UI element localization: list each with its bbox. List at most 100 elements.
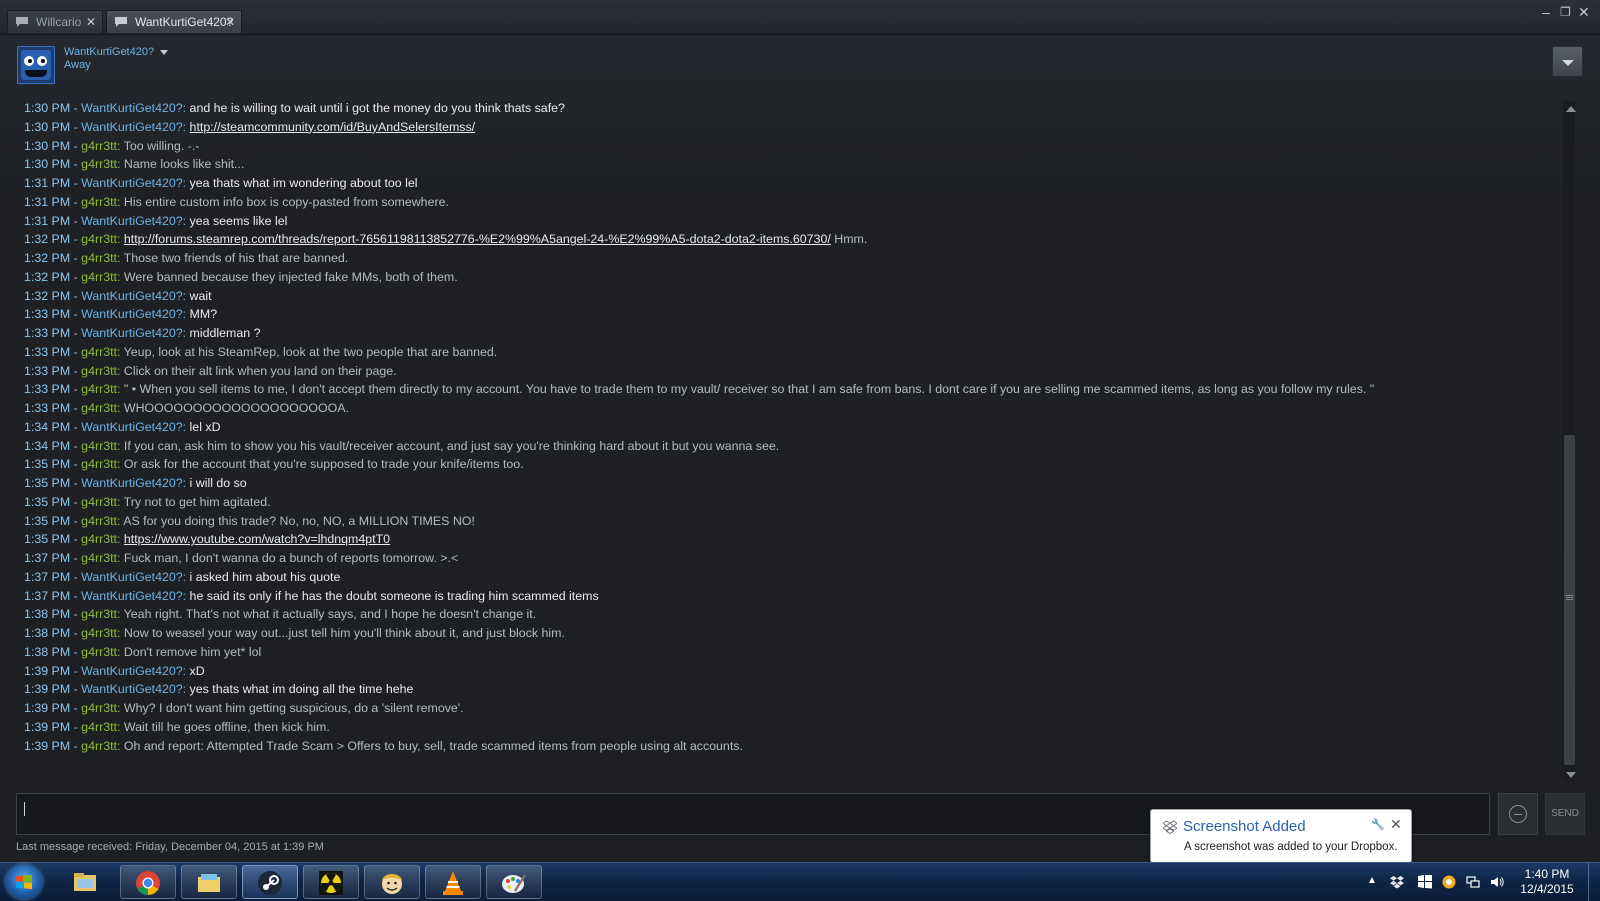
friend-name[interactable]: WantKurtiGet420? [64, 46, 169, 58]
message-sender[interactable]: WantKurtiGet420? [81, 214, 182, 228]
message-text: yea seems like lel [189, 213, 288, 228]
chat-message: 1:37 PM - WantKurtiGet420?: he said its … [24, 588, 599, 603]
message-sender[interactable]: g4rr3tt [81, 364, 117, 378]
minimize-button[interactable]: – [1542, 4, 1550, 20]
taskbar-vault-boy[interactable] [364, 865, 420, 899]
emoticon-button[interactable] [1498, 793, 1538, 835]
close-icon[interactable]: ✕ [86, 11, 96, 34]
scroll-down-arrow-icon[interactable] [1566, 772, 1576, 778]
message-sender[interactable]: g4rr3tt [81, 739, 117, 753]
message-timestamp: 1:38 PM [24, 607, 71, 622]
message-sender[interactable]: g4rr3tt [81, 345, 117, 359]
network-icon[interactable] [1466, 875, 1480, 889]
send-button[interactable]: SEND [1545, 793, 1585, 835]
dropbox-notification[interactable]: Screenshot Added A screenshot was added … [1150, 809, 1412, 872]
chat-message: 1:32 PM - g4rr3tt: Were banned because t… [24, 269, 458, 284]
message-sender[interactable]: g4rr3tt [81, 495, 117, 509]
avatar[interactable] [17, 46, 55, 84]
message-sender[interactable]: WantKurtiGet420? [81, 589, 182, 603]
message-sender[interactable]: WantKurtiGet420? [81, 326, 182, 340]
message-sender[interactable]: g4rr3tt [81, 195, 117, 209]
truncated-line [24, 90, 27, 92]
notification-title: Screenshot Added [1183, 818, 1306, 835]
message-timestamp: 1:33 PM [24, 401, 71, 415]
taskbar-vlc[interactable] [425, 865, 481, 899]
message-timestamp: 1:32 PM [24, 251, 71, 265]
scrollbar-thumb[interactable] [1564, 435, 1575, 765]
message-sender[interactable]: g4rr3tt [81, 551, 117, 565]
tab-willcario[interactable]: Willcario ✕ [7, 10, 103, 33]
taskbar-chrome[interactable] [120, 865, 176, 899]
message-text: Or ask for the account that you're suppo… [123, 457, 524, 472]
message-sender[interactable]: g4rr3tt [81, 720, 117, 734]
message-sender[interactable]: g4rr3tt [81, 139, 117, 153]
message-sender[interactable]: WantKurtiGet420? [81, 101, 182, 115]
message-timestamp: 1:39 PM [24, 719, 71, 734]
message-sender[interactable]: g4rr3tt [81, 439, 117, 453]
taskbar-explorer[interactable] [58, 865, 114, 899]
wrench-icon[interactable]: 🔧 [1371, 818, 1385, 831]
message-sender[interactable]: g4rr3tt [81, 157, 117, 171]
message-sender[interactable]: WantKurtiGet420? [81, 120, 182, 134]
message-text: Why? I don't want him getting suspicious… [123, 701, 464, 715]
close-icon[interactable]: ✕ [1390, 816, 1402, 833]
update-icon[interactable] [1442, 875, 1456, 889]
chat-message: 1:39 PM - g4rr3tt: Why? I don't want him… [24, 701, 464, 715]
message-sender[interactable]: g4rr3tt [81, 232, 117, 246]
tab-wantkurtiget420[interactable]: WantKurtiGet420? ✕ [106, 10, 242, 33]
message-sender[interactable]: WantKurtiGet420? [81, 307, 182, 321]
message-sender[interactable]: g4rr3tt [81, 401, 117, 415]
message-timestamp: 1:39 PM [24, 682, 71, 697]
message-sender[interactable]: WantKurtiGet420? [81, 664, 182, 678]
chat-message: 1:32 PM - g4rr3tt: http://forums.steamre… [24, 232, 868, 247]
message-text: Oh and report: Attempted Trade Scam > Of… [123, 738, 743, 753]
message-sender[interactable]: g4rr3tt [81, 270, 117, 284]
options-dropdown-button[interactable] [1552, 46, 1583, 77]
action-center-icon[interactable] [1418, 875, 1432, 889]
message-sender[interactable]: WantKurtiGet420? [81, 420, 182, 434]
message-sender[interactable]: WantKurtiGet420? [81, 476, 182, 490]
message-sender[interactable]: g4rr3tt [81, 701, 117, 715]
message-timestamp: 1:31 PM [24, 176, 71, 190]
chat-message: 1:39 PM - g4rr3tt: Oh and report: Attemp… [24, 738, 743, 753]
message-sender[interactable]: g4rr3tt [81, 382, 117, 396]
fallout-icon [319, 871, 343, 895]
message-sender[interactable]: g4rr3tt [81, 626, 117, 640]
taskbar-fallout[interactable] [303, 865, 359, 899]
show-desktop-button[interactable] [1588, 863, 1600, 901]
message-sender[interactable]: g4rr3tt [81, 457, 117, 471]
message-sender[interactable]: WantKurtiGet420? [81, 289, 182, 303]
chevron-down-icon[interactable] [160, 49, 169, 55]
message-sender[interactable]: g4rr3tt [81, 532, 117, 546]
dropbox-icon [1163, 820, 1177, 834]
windows-logo-icon [16, 875, 32, 889]
message-sender[interactable]: g4rr3tt [81, 251, 117, 265]
dropbox-tray-icon[interactable] [1390, 875, 1404, 889]
message-link[interactable]: http://steamcommunity.com/id/BuyAndSeler… [190, 120, 476, 134]
maximize-button[interactable]: ❐ [1560, 4, 1571, 20]
message-link[interactable]: http://forums.steamrep.com/threads/repor… [124, 232, 831, 246]
message-sender[interactable]: g4rr3tt [81, 607, 117, 621]
taskbar-steam[interactable] [242, 865, 298, 899]
message-sender[interactable]: g4rr3tt [81, 514, 117, 528]
start-button[interactable] [6, 865, 42, 899]
volume-icon[interactable] [1490, 875, 1504, 889]
close-window-button[interactable]: ✕ [1578, 4, 1590, 20]
message-text: MM? [189, 307, 218, 322]
message-sender[interactable]: WantKurtiGet420? [81, 682, 182, 696]
message-sender[interactable]: g4rr3tt [81, 645, 117, 659]
chat-message: 1:30 PM - g4rr3tt: Too willing. -.- [24, 138, 200, 153]
message-timestamp: 1:37 PM [24, 551, 71, 565]
chat-message: 1:33 PM - g4rr3tt: " • When you sell ite… [24, 382, 1375, 397]
show-hidden-icons-icon[interactable]: ▲ [1367, 875, 1381, 889]
close-icon[interactable]: ✕ [225, 11, 235, 34]
scroll-up-arrow-icon[interactable] [1566, 106, 1576, 112]
message-link[interactable]: https://www.youtube.com/watch?v=lhdnqm4p… [124, 532, 390, 546]
taskbar-windows-explorer[interactable] [181, 865, 237, 899]
message-text: Try not to get him agitated. [123, 494, 271, 509]
system-clock[interactable]: 1:40 PM 12/4/2015 [1512, 867, 1582, 897]
message-timestamp: 1:35 PM [24, 457, 71, 472]
message-sender[interactable]: WantKurtiGet420? [81, 570, 182, 584]
taskbar-paint[interactable] [486, 865, 542, 899]
message-sender[interactable]: WantKurtiGet420? [81, 176, 182, 190]
